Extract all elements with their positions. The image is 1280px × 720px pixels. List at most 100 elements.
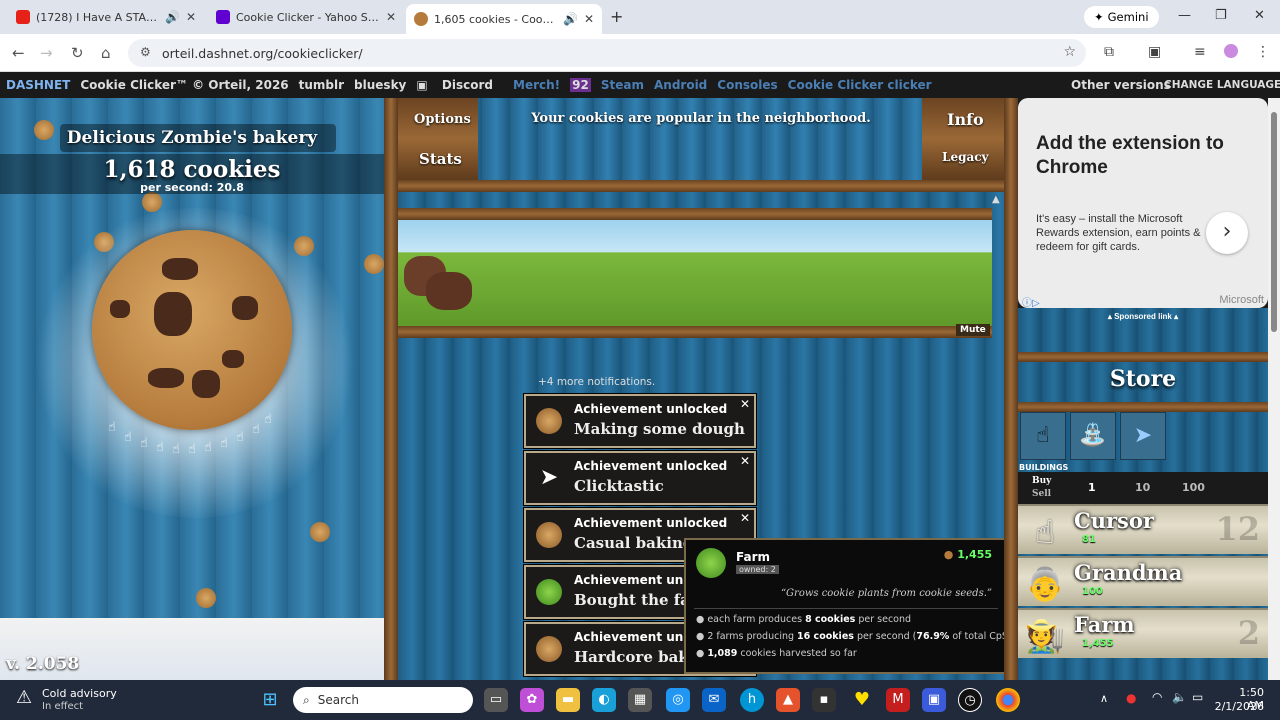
- gemini-button[interactable]: ✦ Gemini: [1084, 6, 1159, 28]
- dashnet-top-bar: DASHNET Cookie Clicker™ © Orteil, 2026 t…: [0, 72, 1280, 98]
- more-notifications[interactable]: +4 more notifications.: [538, 376, 655, 388]
- clock-date[interactable]: 2/1/2026: [1212, 700, 1264, 713]
- home-icon[interactable]: ⌂: [101, 44, 111, 62]
- cursor-icon: ☝: [264, 412, 272, 427]
- new-tab-button[interactable]: +: [610, 7, 623, 26]
- sponsored-ad[interactable]: Add the extension to Chrome It's easy – …: [1018, 98, 1268, 309]
- bluesky-link[interactable]: bluesky: [354, 78, 406, 92]
- file-explorer-icon[interactable]: ▬: [556, 688, 580, 712]
- close-icon[interactable]: ✕: [740, 397, 750, 411]
- taskbar-search[interactable]: ⌕ Search: [293, 687, 473, 713]
- back-icon[interactable]: ←: [12, 44, 25, 62]
- battery-icon[interactable]: ▭: [1192, 690, 1203, 704]
- close-window-icon[interactable]: ✕: [1254, 8, 1265, 23]
- extensions-icon[interactable]: ⧉: [1104, 44, 1114, 60]
- patreon-badge[interactable]: 92: [570, 78, 591, 92]
- scroll-up-icon[interactable]: ▲: [992, 194, 1000, 205]
- cursor-icon: ☝: [140, 436, 148, 451]
- weather-title[interactable]: Cold advisory: [42, 687, 117, 700]
- hp-icon[interactable]: h: [740, 688, 764, 712]
- merch-link[interactable]: Merch!: [513, 78, 560, 92]
- dashnet-link[interactable]: DASHNET: [6, 78, 70, 92]
- news-ticker: Your cookies are popular in the neighbor…: [531, 111, 871, 126]
- app-icon[interactable]: ▣: [922, 688, 946, 712]
- gemini-label: Gemini: [1107, 10, 1149, 24]
- bakery-name[interactable]: Delicious Zombie's bakery: [0, 128, 384, 148]
- building-price: 1,455: [1082, 638, 1114, 649]
- steam-link[interactable]: Steam: [601, 78, 644, 92]
- adchoices-icon[interactable]: ⓘ▷: [1022, 294, 1040, 309]
- app-icon[interactable]: ▲: [776, 688, 800, 712]
- sidebar-icon[interactable]: ▣: [1148, 44, 1161, 60]
- page-scrollbar[interactable]: [1268, 98, 1280, 680]
- maximize-icon[interactable]: ❐: [1215, 8, 1227, 23]
- heart-icon[interactable]: ♥: [850, 688, 874, 712]
- tab-yahoo[interactable]: Cookie Clicker - Yahoo Search R ✕: [208, 4, 404, 30]
- media-icon[interactable]: ≡: [1194, 44, 1206, 60]
- clock-app-icon[interactable]: ◷: [958, 688, 982, 712]
- chevron-right-icon[interactable]: ›: [1206, 212, 1248, 254]
- other-versions-link[interactable]: Other versions: [1071, 78, 1171, 92]
- chrome-icon[interactable]: [996, 688, 1020, 712]
- reload-icon[interactable]: ↻: [71, 44, 84, 62]
- close-icon[interactable]: ✕: [740, 454, 750, 468]
- scrollbar-thumb[interactable]: [1271, 112, 1277, 332]
- stats-button[interactable]: Stats: [419, 150, 462, 168]
- buy-amount-100[interactable]: 100: [1182, 481, 1205, 494]
- url-bar[interactable]: ⚙ orteil.dashnet.org/cookieclicker/ ☆: [128, 39, 1086, 67]
- cookie-clicker-clicker-link[interactable]: Cookie Clicker clicker: [788, 78, 932, 92]
- profile-avatar[interactable]: [1224, 44, 1238, 58]
- outlook-icon[interactable]: ✉: [702, 688, 726, 712]
- weather-warning-icon[interactable]: ⚠: [16, 687, 32, 708]
- chevron-up-icon[interactable]: ∧: [1100, 692, 1108, 705]
- security-icon[interactable]: ●: [1126, 691, 1136, 705]
- buy-amount-1[interactable]: 1: [1088, 481, 1096, 494]
- mute-button[interactable]: Mute: [956, 324, 990, 336]
- legacy-button[interactable]: Legacy: [942, 150, 989, 164]
- copilot-icon[interactable]: ✿: [520, 688, 544, 712]
- tooltip-price: ● 1,455: [943, 548, 992, 561]
- buy-toggle[interactable]: Buy: [1032, 476, 1051, 486]
- tumblr-link[interactable]: tumblr: [299, 78, 344, 92]
- upgrade-cursor-icon[interactable]: ☝: [1020, 412, 1066, 460]
- edge-icon[interactable]: ◐: [592, 688, 616, 712]
- minimize-icon[interactable]: —: [1178, 8, 1191, 23]
- android-link[interactable]: Android: [654, 78, 707, 92]
- close-tab-icon[interactable]: ✕: [386, 10, 396, 24]
- close-tab-icon[interactable]: ✕: [584, 12, 594, 26]
- bookmark-star-icon[interactable]: ☆: [1063, 44, 1076, 60]
- wifi-icon[interactable]: ◠: [1152, 690, 1162, 704]
- mcafee-icon[interactable]: M: [886, 688, 910, 712]
- cursor-icon: ☝: [252, 422, 260, 437]
- consoles-link[interactable]: Consoles: [717, 78, 777, 92]
- building-grandma[interactable]: 👵 Grandma 100: [1018, 556, 1268, 606]
- cursor-icon: ☝: [124, 430, 132, 445]
- forward-icon[interactable]: →: [40, 44, 53, 62]
- app-icon[interactable]: ◎: [666, 688, 690, 712]
- building-cursor[interactable]: ☝ Cursor 81 12: [1018, 504, 1268, 554]
- task-view-icon[interactable]: ▭: [484, 688, 508, 712]
- discord-link[interactable]: ▣ Discord: [416, 78, 503, 92]
- change-language-link[interactable]: CHANGE LANGUAGE: [1164, 79, 1280, 91]
- volume-icon[interactable]: 🔈: [1172, 690, 1187, 704]
- building-farm[interactable]: 🧑‍🌾 Farm 1,455 2: [1018, 608, 1268, 658]
- tab-cookie-clicker[interactable]: 1,605 cookies - Cookie Clicker 🔊 ✕: [406, 4, 602, 34]
- buy-amount-10[interactable]: 10: [1135, 481, 1150, 494]
- sponsored-link-label[interactable]: ▴ Sponsored link ▴: [1018, 312, 1268, 321]
- big-cookie[interactable]: [92, 230, 292, 430]
- site-info-icon[interactable]: ⚙: [140, 45, 151, 59]
- farm-minigame-scene[interactable]: [398, 220, 992, 326]
- app-icon[interactable]: ▪: [812, 688, 836, 712]
- upgrade-watering-can-icon[interactable]: ⛲: [1070, 412, 1116, 460]
- browser-tab-strip: (1728) I Have A STALKER... 🔊 ✕ Cookie Cl…: [0, 0, 1280, 34]
- sell-toggle[interactable]: Sell: [1032, 489, 1051, 499]
- close-icon[interactable]: ✕: [740, 511, 750, 525]
- menu-kebab-icon[interactable]: ⋮: [1256, 44, 1270, 60]
- cookie-icon: [536, 408, 562, 434]
- close-tab-icon[interactable]: ✕: [186, 10, 196, 24]
- windows-start-icon[interactable]: ⊞: [258, 688, 282, 712]
- upgrade-pointer-icon[interactable]: ➤: [1120, 412, 1166, 460]
- ad-body: It's easy – install the Microsoft Reward…: [1036, 213, 1201, 253]
- store-icon[interactable]: ▦: [628, 688, 652, 712]
- tab-youtube[interactable]: (1728) I Have A STALKER... 🔊 ✕: [8, 4, 204, 30]
